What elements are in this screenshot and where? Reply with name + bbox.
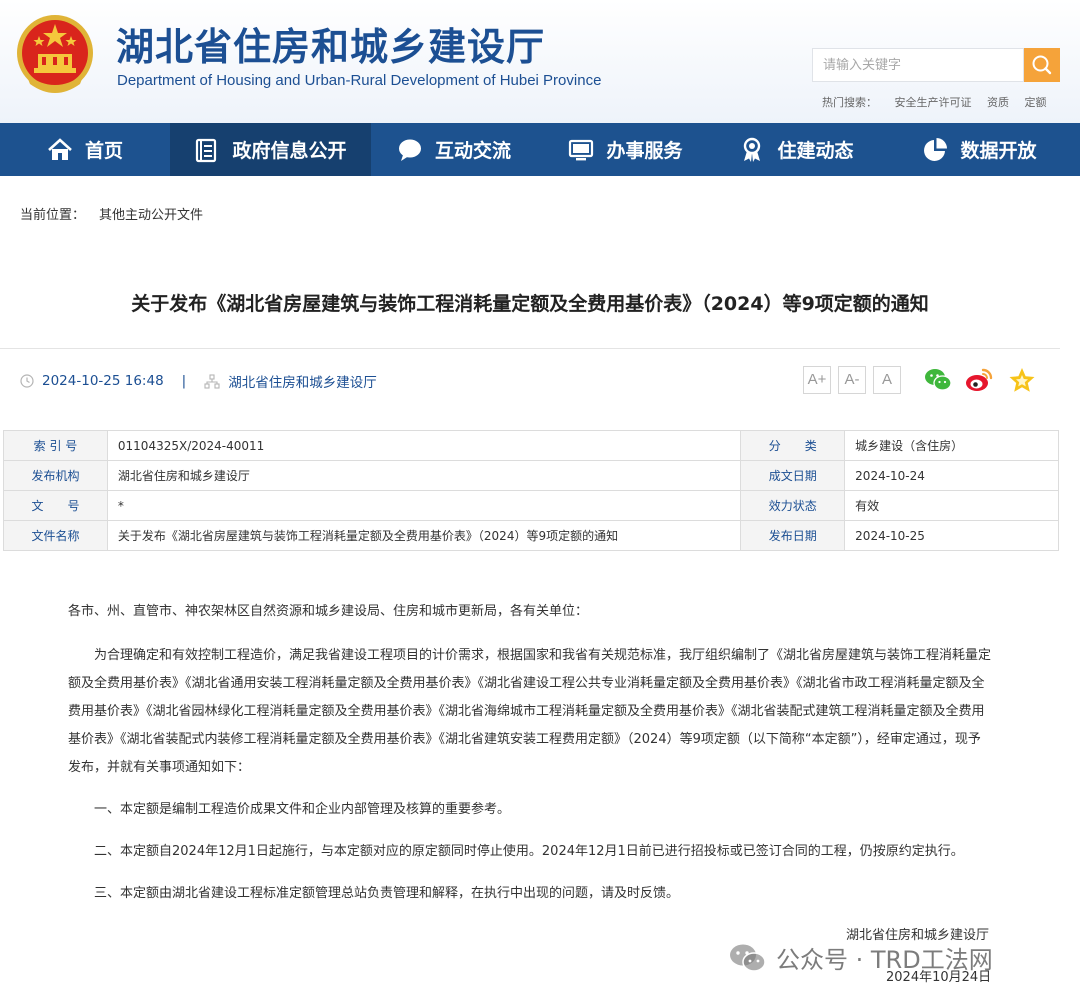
- category-label: 分 类: [740, 430, 846, 461]
- breadcrumb: 当前位置： 其他主动公开文件: [20, 204, 203, 223]
- hot-search: 热门搜索： 安全生产许可证 资质 定额: [822, 94, 1059, 110]
- monitor-icon: [569, 139, 594, 160]
- index-number-label: 索 引 号: [3, 430, 108, 461]
- notice-item: 二、本定额自2024年12月1日起施行，与本定额对应的原定额同时停止使用。202…: [94, 844, 964, 859]
- article-source: 湖北省住房和城乡建设厅: [228, 375, 377, 391]
- site-subtitle: Department of Housing and Urban-Rural De…: [117, 72, 602, 89]
- hot-keyword-link[interactable]: 安全生产许可证: [895, 96, 972, 109]
- category-value: 城乡建设（含住房）: [844, 430, 1059, 461]
- wechat-watermark-icon: [730, 944, 766, 972]
- signature-date: 2024年10月24日: [886, 970, 992, 985]
- weibo-icon[interactable]: [965, 366, 993, 394]
- notice-item: 三、本定额由湖北省建设工程标准定额管理总站负责管理和解释，在执行中出现的问题，请…: [94, 886, 680, 901]
- clock-icon: [20, 374, 34, 388]
- font-increase-label: A+: [807, 371, 827, 388]
- publisher-value: 湖北省住房和城乡建设厅: [106, 460, 742, 491]
- font-reset-label: A: [881, 371, 892, 388]
- search-input[interactable]: [813, 49, 1033, 81]
- nav-item-interaction[interactable]: 互动交流: [371, 123, 537, 176]
- publish-date-label: 发布日期: [740, 520, 846, 551]
- nav-item-label: 互动交流: [434, 140, 511, 162]
- hot-keyword-link[interactable]: 资质: [987, 96, 1009, 109]
- notice-item: 一、本定额是编制工程造价成果文件和企业内部管理及核算的重要参考。: [94, 802, 511, 817]
- publisher-label: 发布机构: [3, 460, 108, 491]
- breadcrumb-label: 当前位置：: [20, 208, 86, 223]
- ribbon-icon: [744, 137, 761, 162]
- publish-datetime: 2024-10-25 16:48: [42, 373, 164, 389]
- main-paragraph: 为合理确定和有效控制工程造价，满足我省建设工程项目的计价需求，根据国家和我省有关…: [68, 648, 992, 775]
- table-row: 索 引 号 01104325X/2024-40011 分 类 城乡建设（含住房）: [3, 430, 1059, 461]
- table-row: 发布机构 湖北省住房和城乡建设厅 成文日期 2024-10-24: [3, 460, 1059, 491]
- nav-item-label: 住建动态: [777, 140, 854, 162]
- file-name-label: 文件名称: [3, 520, 108, 551]
- document-info-table: 索 引 号 01104325X/2024-40011 分 类 城乡建设（含住房）…: [3, 430, 1059, 551]
- organization-icon: [204, 373, 220, 389]
- article-body: 各市、州、直管市、神农架林区自然资源和城乡建设局、住房和城市更新局，各有关单位：…: [68, 598, 992, 922]
- hot-keyword-link[interactable]: 定额: [1025, 96, 1047, 109]
- font-decrease-button[interactable]: A-: [838, 366, 866, 394]
- home-icon: [48, 137, 72, 160]
- document-list-icon: [196, 138, 217, 162]
- article-title: 关于发布《湖北省房屋建筑与装饰工程消耗量定额及全费用基价表》（2024）等9项定…: [131, 293, 929, 315]
- validity-label: 效力状态: [740, 490, 846, 521]
- nav-item-label: 数据开放: [960, 140, 1037, 162]
- nav-item-home[interactable]: 首页: [0, 123, 170, 176]
- article-meta: 2024-10-25 16:48 | 湖北省住房和城乡建设厅: [20, 371, 377, 391]
- breadcrumb-current-link[interactable]: 其他主动公开文件: [99, 208, 203, 223]
- nav-item-services[interactable]: 办事服务: [537, 123, 714, 176]
- nav-item-label: 办事服务: [606, 140, 683, 162]
- nav-item-news[interactable]: 住建动态: [714, 123, 879, 176]
- table-row: 文 号 * 效力状态 有效: [3, 490, 1059, 521]
- index-number-value: 01104325X/2024-40011: [106, 430, 742, 461]
- table-row: 文件名称 关于发布《湖北省房屋建筑与装饰工程消耗量定额及全费用基价表》（2024…: [3, 520, 1059, 551]
- nav-item-gov-info[interactable]: 政府信息公开: [170, 123, 371, 176]
- national-emblem-icon: [17, 15, 93, 93]
- greeting-paragraph: 各市、州、直管市、神农架林区自然资源和城乡建设局、住房和城市更新局，各有关单位：: [68, 604, 589, 619]
- font-reset-button[interactable]: A: [873, 366, 901, 394]
- site-header: 湖北省住房和城乡建设厅 Department of Housing and Ur…: [0, 0, 1080, 123]
- validity-value: 有效: [844, 490, 1059, 521]
- publish-date-value: 2024-10-25: [844, 520, 1059, 551]
- hot-search-label: 热门搜索：: [822, 96, 877, 109]
- wechat-icon[interactable]: [924, 366, 952, 394]
- font-decrease-label: A-: [844, 371, 860, 388]
- nav-item-label: 首页: [84, 140, 123, 162]
- meta-separator: |: [181, 373, 187, 389]
- pie-chart-icon: [924, 137, 948, 161]
- font-increase-button[interactable]: A+: [803, 366, 831, 394]
- site-title: 湖北省住房和城乡建设厅: [116, 24, 546, 69]
- search-box: [812, 48, 1033, 82]
- written-date-value: 2024-10-24: [844, 460, 1059, 491]
- written-date-label: 成文日期: [740, 460, 846, 491]
- favorite-star-icon[interactable]: [1008, 366, 1036, 394]
- search-icon: [1032, 55, 1052, 75]
- title-divider: [0, 348, 1060, 349]
- document-number-label: 文 号: [3, 490, 108, 521]
- file-name-value: 关于发布《湖北省房屋建筑与装饰工程消耗量定额及全费用基价表》（2024）等9项定…: [106, 520, 742, 551]
- nav-item-open-data[interactable]: 数据开放: [879, 123, 1080, 176]
- search-button[interactable]: [1024, 48, 1060, 82]
- nav-item-label: 政府信息公开: [232, 140, 347, 162]
- chat-bubble-icon: [398, 139, 421, 161]
- document-number-value: *: [106, 490, 742, 521]
- main-nav: 首页 政府信息公开 互动交流 办事服务 住建动态 数据开放: [0, 123, 1080, 176]
